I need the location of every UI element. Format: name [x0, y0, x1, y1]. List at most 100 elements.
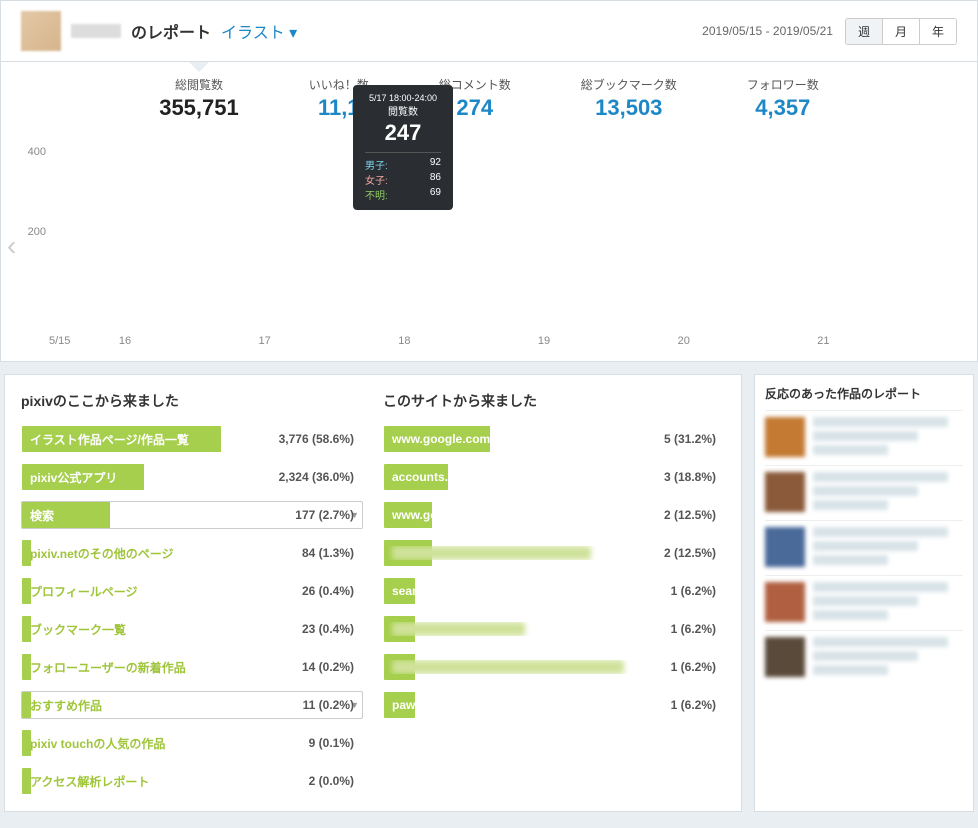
- source-row[interactable]: おすすめ作品11 (0.2%)▼: [21, 691, 363, 719]
- chart: ‹ 400 200 5/15161718192021: [1, 131, 977, 361]
- top-right: 2019/05/15 - 2019/05/21 週 月 年: [702, 18, 957, 45]
- x-tick: 20: [678, 335, 818, 347]
- tooltip-female-val: 86: [430, 172, 441, 187]
- report-title: のレポート: [131, 19, 211, 43]
- y-axis: 400 200: [16, 131, 46, 325]
- work-thumb: [765, 637, 805, 677]
- work-thumb: [765, 417, 805, 457]
- works-sidebar-title: 反応のあった作品のレポート: [765, 385, 963, 402]
- report-card: のレポート イラスト ▾ 2019/05/15 - 2019/05/21 週 月…: [0, 0, 978, 362]
- work-thumb: [765, 527, 805, 567]
- source-row[interactable]: accounts.pixiv.net3 (18.8%): [383, 463, 725, 491]
- category-dropdown[interactable]: イラスト ▾: [221, 19, 297, 43]
- work-item[interactable]: [765, 630, 963, 685]
- stat-label: フォロワー数: [747, 76, 819, 93]
- username-blur: [71, 24, 121, 38]
- stat-views[interactable]: 総閲覧数 355,751: [159, 76, 239, 121]
- top-bar: のレポート イラスト ▾ 2019/05/15 - 2019/05/21 週 月…: [1, 1, 977, 62]
- bottom-row: pixivのここから来ました イラスト作品ページ/作品一覧3,776 (58.6…: [0, 374, 978, 812]
- work-thumb: [765, 472, 805, 512]
- source-row[interactable]: 2 (12.5%): [383, 539, 725, 567]
- tooltip-female-label: 女子:: [365, 172, 388, 187]
- tooltip-male-label: 男子:: [365, 157, 388, 172]
- source-row[interactable]: pixiv touchの人気の作品9 (0.1%): [21, 729, 363, 757]
- x-axis: 5/15161718192021: [49, 335, 957, 347]
- x-tick: 16: [119, 335, 259, 347]
- source-count: 11 (0.2%): [303, 698, 354, 712]
- x-tick: 19: [538, 335, 678, 347]
- source-count: 1 (6.2%): [671, 622, 716, 636]
- work-item[interactable]: [765, 465, 963, 520]
- work-item[interactable]: [765, 410, 963, 465]
- category-label: イラスト: [221, 25, 285, 42]
- source-row[interactable]: www.google.com5 (31.2%): [383, 425, 725, 453]
- external-sources-title: このサイトから来ました: [383, 391, 725, 411]
- traffic-panel: pixivのここから来ました イラスト作品ページ/作品一覧3,776 (58.6…: [4, 374, 742, 812]
- x-tick: 18: [398, 335, 538, 347]
- x-tick: 17: [259, 335, 399, 347]
- source-row[interactable]: pawoo.net1 (6.2%): [383, 691, 725, 719]
- chart-area[interactable]: [49, 135, 957, 325]
- source-count: 84 (1.3%): [302, 546, 354, 560]
- source-row[interactable]: アクセス解析レポート2 (0.0%): [21, 767, 363, 795]
- y-tick-400: 400: [28, 146, 46, 158]
- source-row[interactable]: ブックマーク一覧23 (0.4%): [21, 615, 363, 643]
- source-count: 5 (31.2%): [664, 432, 716, 446]
- y-tick-200: 200: [28, 226, 46, 238]
- source-row[interactable]: イラスト作品ページ/作品一覧3,776 (58.6%): [21, 425, 363, 453]
- prev-arrow-icon[interactable]: ‹: [7, 230, 16, 262]
- tooltip-value: 247: [365, 120, 441, 146]
- stat-bookmarks[interactable]: 総ブックマーク数 13,503: [581, 76, 677, 121]
- stats-row: 総閲覧数 355,751 いいね！数 11,1 総コメント数 274 総ブックマ…: [1, 62, 977, 131]
- stat-label: 総閲覧数: [159, 76, 239, 93]
- stat-value: 4,357: [747, 95, 819, 121]
- source-row[interactable]: フォローユーザーの新着作品14 (0.2%): [21, 653, 363, 681]
- x-tick: 5/15: [49, 335, 119, 347]
- source-count: 3 (18.8%): [664, 470, 716, 484]
- source-count: 26 (0.4%): [302, 584, 354, 598]
- external-sources-col: このサイトから来ました www.google.com5 (31.2%) accou…: [383, 391, 725, 795]
- source-count: 3,776 (58.6%): [279, 432, 354, 446]
- work-item[interactable]: [765, 520, 963, 575]
- top-left: のレポート イラスト ▾: [21, 11, 297, 51]
- stat-followers[interactable]: フォロワー数 4,357: [747, 76, 819, 121]
- tooltip-male-val: 92: [430, 157, 441, 172]
- source-count: 2 (0.0%): [309, 774, 354, 788]
- avatar: [21, 11, 61, 51]
- pixiv-sources-title: pixivのここから来ました: [21, 391, 363, 411]
- period-year[interactable]: 年: [919, 19, 956, 44]
- source-count: 1 (6.2%): [671, 698, 716, 712]
- source-row[interactable]: pixiv.netのその他のページ84 (1.3%): [21, 539, 363, 567]
- source-count: 14 (0.2%): [302, 660, 354, 674]
- period-tabs: 週 月 年: [845, 18, 957, 45]
- source-row[interactable]: pixiv公式アプリ2,324 (36.0%): [21, 463, 363, 491]
- work-thumb: [765, 582, 805, 622]
- chart-tooltip: 5/17 18:00-24:00 閲覧数 247 男子: 92 女子: 86 不明:…: [353, 85, 453, 210]
- stat-value: 13,503: [581, 95, 677, 121]
- source-count: 23 (0.4%): [302, 622, 354, 636]
- period-month[interactable]: 月: [882, 19, 919, 44]
- source-row[interactable]: search.yahoo.co.jp1 (6.2%): [383, 577, 725, 605]
- source-count: 2 (12.5%): [664, 546, 716, 560]
- chevron-down-icon: ▾: [289, 25, 297, 42]
- source-row[interactable]: プロフィールページ26 (0.4%): [21, 577, 363, 605]
- source-count: 9 (0.1%): [309, 736, 354, 750]
- tooltip-metric: 閲覧数: [365, 103, 441, 118]
- source-row[interactable]: 検索177 (2.7%)▼: [21, 501, 363, 529]
- period-week[interactable]: 週: [846, 19, 882, 44]
- tooltip-unknown-val: 69: [430, 187, 441, 202]
- source-count: 2 (12.5%): [664, 508, 716, 522]
- work-item[interactable]: [765, 575, 963, 630]
- x-tick: 21: [817, 335, 957, 347]
- source-row[interactable]: 1 (6.2%): [383, 615, 725, 643]
- date-range: 2019/05/15 - 2019/05/21: [702, 24, 833, 38]
- source-row[interactable]: www.google.co.jp2 (12.5%): [383, 501, 725, 529]
- source-row[interactable]: 1 (6.2%): [383, 653, 725, 681]
- source-count: 177 (2.7%): [295, 508, 354, 522]
- tooltip-time: 5/17 18:00-24:00: [365, 93, 441, 103]
- pixiv-sources-col: pixivのここから来ました イラスト作品ページ/作品一覧3,776 (58.6…: [21, 391, 363, 795]
- tooltip-unknown-label: 不明:: [365, 187, 388, 202]
- source-count: 2,324 (36.0%): [279, 470, 354, 484]
- stat-value: 355,751: [159, 95, 239, 121]
- stat-label: 総ブックマーク数: [581, 76, 677, 93]
